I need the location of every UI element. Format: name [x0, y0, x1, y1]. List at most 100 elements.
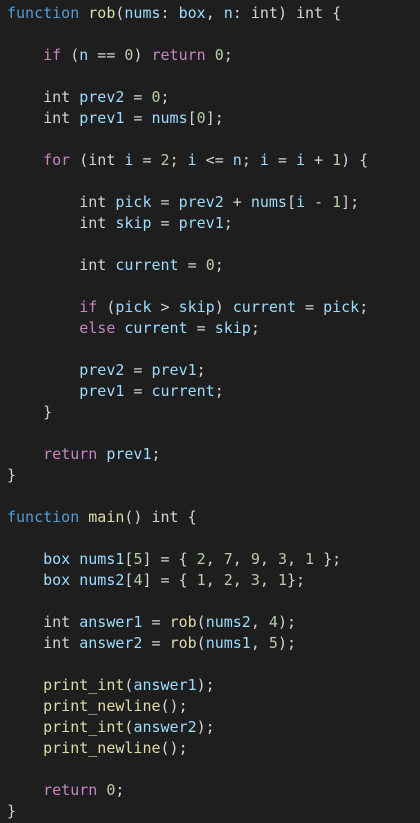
identifier-token: prev2	[79, 88, 125, 106]
punctuation-token	[7, 571, 43, 589]
keyword-token: function	[7, 4, 80, 22]
identifier-token: skip	[115, 214, 152, 232]
type-token: int	[88, 151, 116, 169]
code-line: int answer2 = rob(nums1, 5);	[0, 633, 420, 654]
number-literal-token: 3	[250, 571, 260, 589]
identifier-token: nums1	[205, 634, 251, 652]
punctuation-token: :	[232, 4, 251, 22]
function-name-token: print_newline	[43, 697, 161, 715]
punctuation-token: ,	[250, 613, 269, 631]
punctuation-token: =	[296, 298, 324, 316]
punctuation-token: )	[133, 46, 152, 64]
code-line: int prev2 = 0;	[0, 87, 420, 108]
punctuation-token	[7, 550, 43, 568]
punctuation-token: ,	[205, 571, 224, 589]
punctuation-token: ;	[223, 214, 233, 232]
code-line: box nums1[5] = { 2, 7, 9, 3, 1 };	[0, 549, 420, 570]
type-token: int	[43, 88, 71, 106]
code-line: print_newline();	[0, 696, 420, 717]
identifier-token: answer2	[79, 634, 143, 652]
identifier-token: nums2	[79, 571, 125, 589]
punctuation-token	[7, 697, 43, 715]
identifier-token: nums2	[205, 613, 251, 631]
punctuation-token: +	[305, 151, 333, 169]
identifier-token: prev1	[178, 214, 224, 232]
identifier-token: skip	[214, 319, 251, 337]
identifier-token: pick	[115, 193, 152, 211]
punctuation-token: =	[124, 382, 152, 400]
punctuation-token: ] = {	[142, 550, 197, 568]
punctuation-token: (	[70, 151, 89, 169]
punctuation-token	[7, 781, 43, 799]
punctuation-token: =	[178, 256, 206, 274]
code-line: }	[0, 465, 420, 486]
code-line: box nums2[4] = { 1, 2, 3, 1};	[0, 570, 420, 591]
number-literal-token: 0	[214, 46, 224, 64]
punctuation-token: ;	[214, 256, 224, 274]
function-name-token: print_int	[43, 676, 125, 694]
function-name-token: print_newline	[43, 739, 161, 757]
punctuation-token	[97, 781, 106, 799]
punctuation-token: ();	[160, 697, 188, 715]
punctuation-token: =	[268, 151, 296, 169]
code-line: ​	[0, 759, 420, 780]
identifier-token: nums	[124, 4, 161, 22]
punctuation-token: );	[277, 613, 296, 631]
identifier-token: box	[43, 571, 71, 589]
identifier-token: i	[296, 151, 306, 169]
punctuation-token: ();	[160, 739, 188, 757]
punctuation-token	[7, 298, 79, 316]
code-line: int pick = prev2 + nums[i - 1];	[0, 192, 420, 213]
control-keyword-token: return	[151, 46, 206, 64]
type-token: int	[43, 109, 71, 127]
punctuation-token	[79, 508, 88, 526]
code-line: ​	[0, 276, 420, 297]
type-token: int	[79, 214, 107, 232]
code-line: print_int(answer2);	[0, 717, 420, 738]
punctuation-token: ,	[250, 634, 269, 652]
punctuation-token	[7, 193, 79, 211]
punctuation-token: -	[305, 193, 333, 211]
punctuation-token: ;	[223, 46, 233, 64]
code-line: ​	[0, 339, 420, 360]
punctuation-token: };	[314, 550, 342, 568]
code-line: else current = skip;	[0, 318, 420, 339]
identifier-token: i	[259, 151, 269, 169]
number-literal-token: 3	[277, 550, 287, 568]
punctuation-token	[79, 4, 88, 22]
punctuation-token: {	[323, 4, 342, 22]
punctuation-token: [	[286, 193, 296, 211]
number-literal-token: 5	[268, 634, 278, 652]
punctuation-token: ,	[205, 550, 224, 568]
punctuation-token: >	[151, 298, 179, 316]
code-line: ​	[0, 486, 420, 507]
number-literal-token: 0	[151, 88, 161, 106]
code-line: return 0;	[0, 780, 420, 801]
number-literal-token: 2	[223, 571, 233, 589]
punctuation-token: ;	[214, 382, 224, 400]
punctuation-token: );	[196, 676, 215, 694]
identifier-token: nums	[250, 193, 287, 211]
type-token: int	[79, 193, 107, 211]
code-line: }	[0, 801, 420, 822]
identifier-token: answer2	[133, 718, 197, 736]
code-editor[interactable]: function rob(nums: box, n: int) int {​ i…	[0, 0, 420, 823]
control-keyword-token: if	[43, 46, 62, 64]
number-literal-token: 2	[160, 151, 170, 169]
punctuation-token: )	[214, 298, 233, 316]
punctuation-token: ,	[232, 571, 251, 589]
function-name-token: print_int	[43, 718, 125, 736]
identifier-token: prev1	[151, 361, 197, 379]
punctuation-token: )	[277, 4, 296, 22]
type-token: int	[43, 613, 71, 631]
punctuation-token: ;	[115, 781, 125, 799]
punctuation-token	[7, 718, 43, 736]
identifier-token: box	[43, 550, 71, 568]
code-line: prev1 = current;	[0, 381, 420, 402]
identifier-token: skip	[178, 298, 215, 316]
punctuation-token: ;	[169, 151, 188, 169]
number-literal-token: 1	[332, 193, 342, 211]
identifier-token: current	[115, 256, 179, 274]
number-literal-token: 2	[196, 550, 206, 568]
number-literal-token: 7	[223, 550, 233, 568]
